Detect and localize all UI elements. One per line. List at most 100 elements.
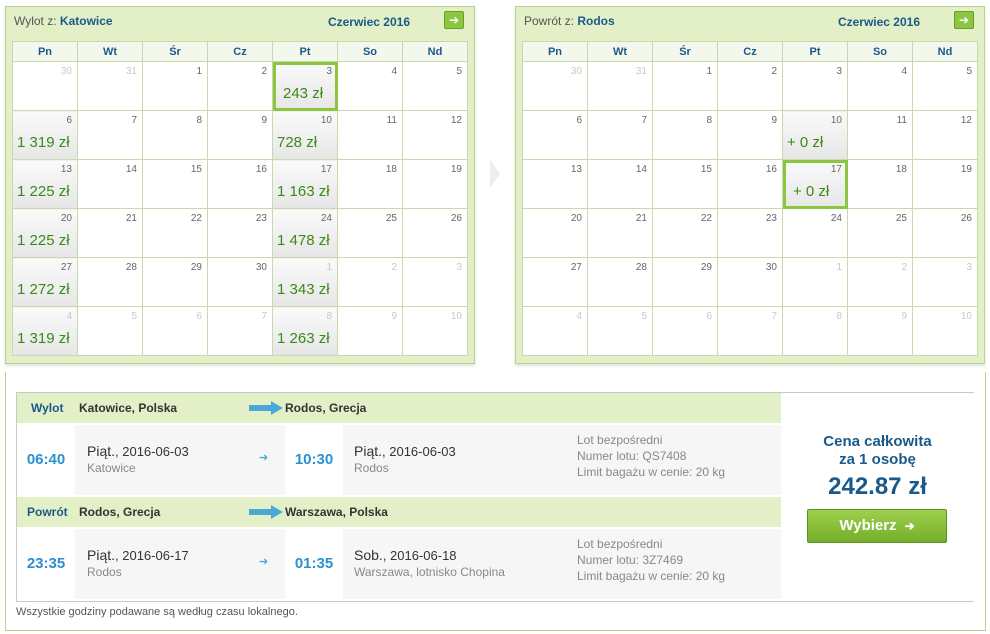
day-number: 27 — [570, 262, 582, 273]
calendar-day[interactable]: 29 — [652, 257, 718, 307]
calendar-day[interactable]: 15 — [142, 159, 208, 209]
day-number: 23 — [765, 213, 777, 224]
calendar-day[interactable]: 11 — [847, 110, 913, 160]
day-number: 7 — [641, 115, 647, 126]
calendar-day[interactable]: 27 — [522, 257, 588, 307]
calendar-day[interactable]: 25 — [337, 208, 403, 258]
weekday-header: Śr — [652, 41, 718, 62]
calendar-day[interactable]: 16 — [207, 159, 273, 209]
day-number: 5 — [966, 66, 972, 77]
calendar-day: 7 — [717, 306, 783, 356]
calendar-day[interactable]: 5 — [912, 61, 978, 111]
calendar-day[interactable]: 25 — [847, 208, 913, 258]
calendar-day[interactable]: 14 — [587, 159, 653, 209]
calendar-day[interactable]: 20 1 225 zł — [12, 208, 78, 258]
day-number: 28 — [125, 262, 137, 273]
calendar-day[interactable]: 1 — [142, 61, 208, 111]
day-number: 16 — [765, 164, 777, 175]
calendar-week: 27 1 272 zł 28 29 30 1 1 343 zł 2 3 — [12, 257, 468, 307]
calendar-day[interactable]: 22 — [142, 208, 208, 258]
calendar-day[interactable]: 3 — [782, 61, 848, 111]
day-number: 20 — [570, 213, 582, 224]
calendar-week: 4 1 319 zł 5 6 7 8 1 263 zł 9 10 — [12, 306, 468, 356]
calendar-day[interactable]: 9 — [207, 110, 273, 160]
return-calendar: Powrót z: Rodos Czerwiec 2016 ➔ Pn Wt Śr Cz… — [515, 6, 985, 364]
day-number: 1 — [196, 66, 202, 77]
calendar-day[interactable]: 13 — [522, 159, 588, 209]
calendar-day[interactable]: 3 243 zł — [272, 61, 338, 111]
arrival-city: Warszawa, lotnisko Chopina — [354, 565, 505, 579]
calendar-day[interactable]: 2 — [717, 61, 783, 111]
calendar-day[interactable]: 6 — [522, 110, 588, 160]
calendar-day[interactable]: 21 — [77, 208, 143, 258]
calendar-day[interactable]: 9 — [717, 110, 783, 160]
calendar-day[interactable]: 5 — [402, 61, 468, 111]
calendar-day[interactable]: 29 — [142, 257, 208, 307]
calendar-day: 3 — [402, 257, 468, 307]
calendar-day[interactable]: 7 — [587, 110, 653, 160]
calendar-day[interactable]: 19 — [912, 159, 978, 209]
calendar-day[interactable]: 19 — [402, 159, 468, 209]
day-number: 12 — [450, 115, 462, 126]
day-number: 15 — [700, 164, 712, 175]
calendar-day: 6 — [652, 306, 718, 356]
calendar-day[interactable]: 4 — [337, 61, 403, 111]
calendar-day[interactable]: 6 1 319 zł — [12, 110, 78, 160]
day-number: 7 — [261, 311, 267, 322]
next-month-button[interactable]: ➔ — [444, 11, 464, 29]
calendar-day[interactable]: 28 — [77, 257, 143, 307]
calendar-day[interactable]: 18 — [847, 159, 913, 209]
day-number: 14 — [125, 164, 137, 175]
calendar-day[interactable]: 24 — [782, 208, 848, 258]
calendar-day[interactable]: 2 — [207, 61, 273, 111]
calendar-day: 4 1 319 zł — [12, 306, 78, 356]
calendar-day[interactable]: 12 — [912, 110, 978, 160]
calendar-day[interactable]: 7 — [77, 110, 143, 160]
weekday-header: Śr — [142, 41, 208, 62]
day-number: 12 — [960, 115, 972, 126]
day-number: 25 — [895, 213, 907, 224]
calendar-grid: Pn Wt Śr Cz Pt So Nd 30 31 1 2 3 243 zł 4 5 6 1 319 zł 7 8… — [12, 41, 468, 356]
calendar-day[interactable]: 8 — [652, 110, 718, 160]
calendar-day[interactable]: 11 — [337, 110, 403, 160]
calendar-day[interactable]: 14 — [77, 159, 143, 209]
calendar-day[interactable]: 1 — [652, 61, 718, 111]
calendar-day[interactable]: 27 1 272 zł — [12, 257, 78, 307]
calendar-day[interactable]: 17 1 163 zł — [272, 159, 338, 209]
calendar-day: 9 — [337, 306, 403, 356]
calendar-day[interactable]: 23 — [717, 208, 783, 258]
calendar-day: 7 — [207, 306, 273, 356]
calendar-day[interactable]: 22 — [652, 208, 718, 258]
calendar-day[interactable]: 4 — [847, 61, 913, 111]
calendar-day[interactable]: 17 + 0 zł — [782, 159, 848, 209]
calendar-day: 1 — [782, 257, 848, 307]
calendar-day[interactable]: 10 728 zł — [272, 110, 338, 160]
day-number: 3 — [836, 66, 842, 77]
calendar-day[interactable]: 23 — [207, 208, 273, 258]
day-number: 4 — [901, 66, 907, 77]
next-month-button[interactable]: ➔ — [954, 11, 974, 29]
calendar-day[interactable]: 10 + 0 zł — [782, 110, 848, 160]
calendar-day[interactable]: 12 — [402, 110, 468, 160]
calendar-day[interactable]: 18 — [337, 159, 403, 209]
day-number: 4 — [576, 311, 582, 322]
calendar-day[interactable]: 24 1 478 zł — [272, 208, 338, 258]
calendar-day[interactable]: 21 — [587, 208, 653, 258]
calendar-month: Czerwiec 2016 — [327, 15, 410, 29]
day-number: 28 — [635, 262, 647, 273]
calendar-day[interactable]: 15 — [652, 159, 718, 209]
calendar-day[interactable]: 26 — [402, 208, 468, 258]
day-number: 5 — [456, 66, 462, 77]
calendar-day[interactable]: 30 — [207, 257, 273, 307]
calendar-day[interactable]: 13 1 225 zł — [12, 159, 78, 209]
calendar-day[interactable]: 20 — [522, 208, 588, 258]
choose-button[interactable]: Wybierz ➔ — [807, 509, 947, 543]
calendar-day[interactable]: 8 — [142, 110, 208, 160]
day-price: 1 319 zł — [17, 330, 70, 347]
departure-city: Katowice — [87, 461, 136, 475]
weekday-header: Cz — [207, 41, 273, 62]
calendar-day[interactable]: 26 — [912, 208, 978, 258]
calendar-day[interactable]: 16 — [717, 159, 783, 209]
calendar-day[interactable]: 28 — [587, 257, 653, 307]
calendar-day[interactable]: 30 — [717, 257, 783, 307]
